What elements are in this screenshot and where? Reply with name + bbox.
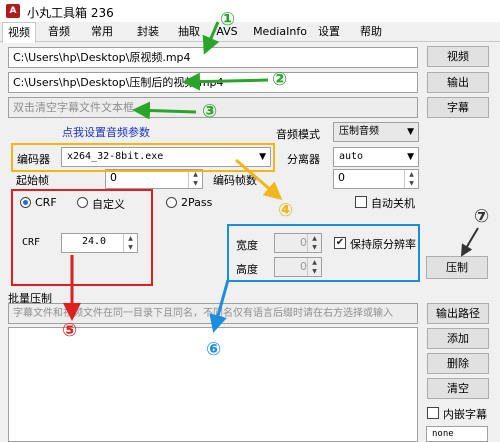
annotation-4: ④ [278,200,294,221]
annotation-3: ③ [202,101,218,122]
arrow-4 [235,158,283,200]
arrow-6 [209,279,230,333]
annotation-arrows [63,21,479,333]
arrow-2 [182,72,269,91]
arrow-3 [132,101,197,120]
annotation-5: ⑤ [62,320,78,341]
arrow-1 [202,21,220,55]
annotation-7: ⑦ [474,206,490,227]
annotation-2: ② [272,69,288,90]
annotation-1: ① [220,9,236,30]
arrow-7 [460,227,479,257]
annotation-6: ⑥ [206,339,222,360]
